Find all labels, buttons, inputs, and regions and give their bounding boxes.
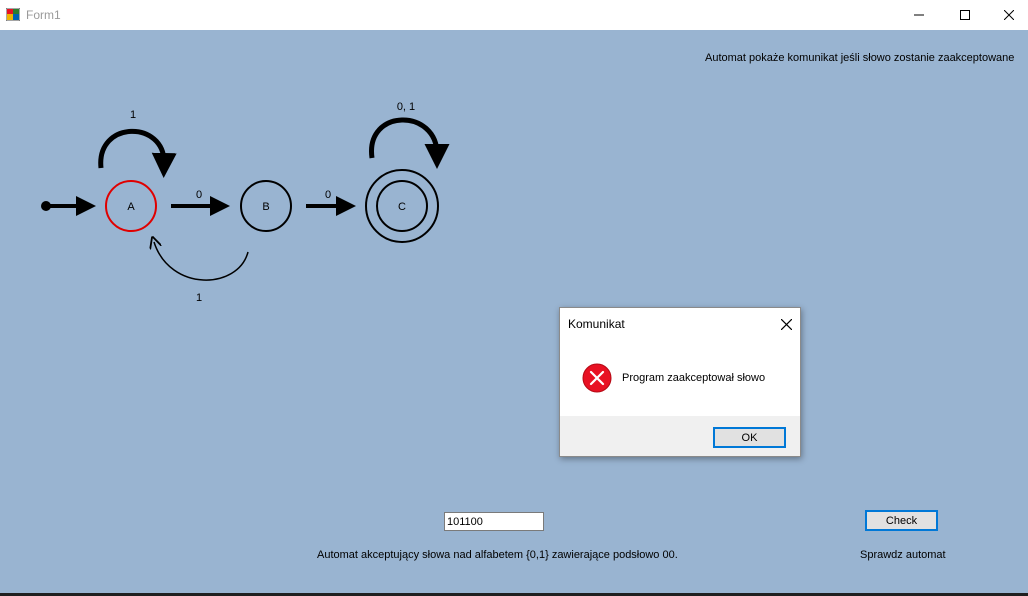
transition-b-c: 0 — [306, 189, 356, 216]
close-button[interactable] — [986, 0, 1028, 30]
state-a: A — [105, 180, 157, 232]
form-client-area: Automat pokaże komunikat jeśli słowo zos… — [0, 30, 1028, 593]
error-icon — [582, 363, 612, 393]
check-button[interactable]: Check — [865, 510, 938, 531]
check-label: Sprawdz automat — [860, 549, 946, 561]
minimize-icon — [914, 14, 924, 16]
transition-a-b-label: 0 — [196, 189, 202, 201]
maximize-icon — [960, 10, 970, 20]
word-input[interactable] — [444, 512, 544, 531]
message-box-close-button[interactable] — [774, 313, 798, 335]
transition-a-a: 1 — [98, 109, 177, 178]
transition-c-c: 0, 1 — [369, 101, 450, 169]
transition-b-a-label: 1 — [196, 292, 202, 304]
app-window: Form1 Automat pokaże komunikat jeśli sło… — [0, 0, 1028, 596]
message-box-footer: OK — [560, 416, 800, 456]
transition-c-c-label: 0, 1 — [397, 101, 415, 113]
description-label: Automat akceptujący słowa nad alfabetem … — [317, 549, 678, 561]
app-icon — [6, 8, 20, 21]
close-icon — [1004, 10, 1014, 20]
automaton-diagram: A 1 0 B 1 0 C 0, 1 — [41, 101, 450, 304]
message-box-dialog: Komunikat Program zaakceptował słowo OK — [559, 307, 801, 457]
info-label: Automat pokaże komunikat jeśli słowo zos… — [705, 52, 1015, 64]
transition-a-b: 0 — [171, 189, 230, 216]
close-icon — [780, 318, 792, 330]
transition-b-a: 1 — [154, 242, 249, 304]
message-box-text: Program zaakceptował słowo — [622, 372, 766, 384]
state-b: B — [240, 180, 292, 232]
title-bar[interactable]: Form1 — [0, 0, 1028, 30]
state-c-label: C — [398, 201, 406, 213]
state-b-label: B — [262, 201, 269, 213]
state-c: C — [365, 169, 439, 243]
transition-a-a-label: 1 — [130, 109, 136, 121]
transition-b-c-label: 0 — [325, 189, 331, 201]
message-box-body: Program zaakceptował słowo — [560, 338, 800, 416]
state-a-label: A — [127, 201, 135, 213]
ok-button[interactable]: OK — [713, 427, 786, 448]
minimize-button[interactable] — [896, 0, 942, 30]
message-box-title: Komunikat — [568, 317, 625, 331]
maximize-button[interactable] — [942, 0, 988, 30]
initial-state-arrow — [41, 196, 96, 216]
window-title: Form1 — [26, 8, 61, 22]
